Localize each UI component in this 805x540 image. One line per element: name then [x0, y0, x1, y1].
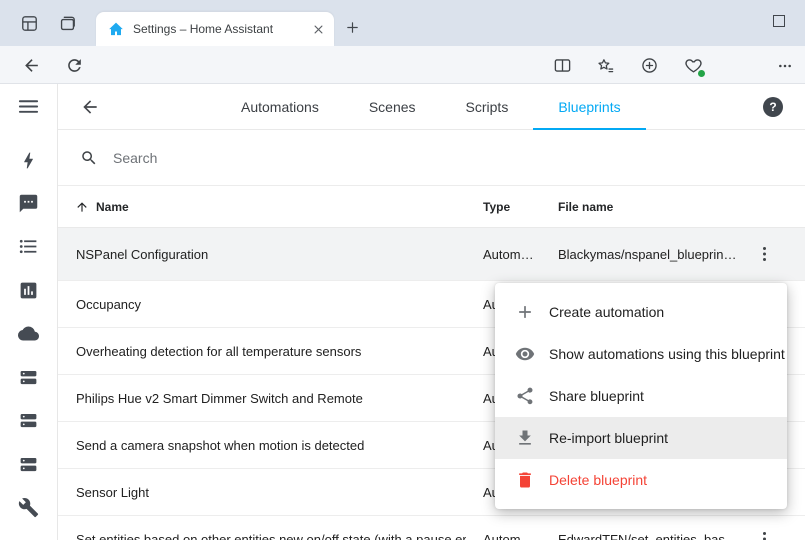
sidebar-server-icon[interactable] [18, 454, 39, 475]
sidebar-cloud-icon[interactable] [18, 323, 39, 344]
row-name: Send a camera snapshot when motion is de… [76, 438, 364, 453]
download-icon [515, 428, 535, 448]
row-type: Autom… [483, 247, 534, 262]
menu-item-label: Show automations using this blueprint [549, 346, 785, 362]
row-name: NSPanel Configuration [76, 247, 208, 262]
row-overflow-menu-icon[interactable] [755, 530, 774, 540]
blueprint-context-menu: Create automation Show automations using… [495, 283, 787, 509]
browser-settings-more-icon[interactable] [777, 58, 793, 74]
sort-arrow-icon [75, 200, 89, 214]
menu-item-label: Re-import blueprint [549, 430, 668, 446]
ha-header: Automations Scenes Scripts Blueprints ? [58, 84, 805, 130]
refresh-icon[interactable] [65, 56, 84, 75]
row-file: Blackymas/nspanel_blueprin… [558, 247, 736, 262]
sidebar-logbook-icon[interactable] [18, 236, 39, 257]
row-name: Overheating detection for all temperatur… [76, 344, 361, 359]
split-screen-icon[interactable] [553, 56, 572, 75]
tab-scenes[interactable]: Scenes [344, 84, 441, 130]
column-header-name[interactable]: Name [96, 200, 129, 214]
sidebar-server-icon[interactable] [18, 410, 39, 431]
tab-title: Settings – Home Assistant [133, 22, 305, 36]
browser-back-icon[interactable] [22, 56, 41, 75]
menu-item-label: Share blueprint [549, 388, 644, 404]
collections-icon[interactable] [640, 56, 659, 75]
column-header-type[interactable]: Type [483, 200, 510, 214]
ha-sidebar [0, 84, 58, 540]
close-tab-icon[interactable] [311, 22, 326, 37]
menu-item-delete-blueprint[interactable]: Delete blueprint [495, 459, 787, 501]
sidebar-history-icon[interactable] [18, 280, 39, 301]
tab-scripts[interactable]: Scripts [441, 84, 534, 130]
eye-icon [515, 344, 535, 364]
favorites-hub-icon[interactable] [596, 56, 615, 75]
screen: Settings – Home Assistant Not secure [0, 0, 805, 540]
trash-icon [515, 470, 535, 490]
ha-tab-bar: Automations Scenes Scripts Blueprints [216, 84, 646, 130]
browser-tab[interactable]: Settings – Home Assistant [96, 12, 334, 46]
table-header: Name Type File name [58, 186, 805, 228]
browser-toolbar: Not secure homeassistant.local:8123/... … [0, 46, 805, 84]
home-assistant-favicon-icon [108, 21, 124, 37]
menu-item-share-blueprint[interactable]: Share blueprint [495, 375, 787, 417]
menu-item-show-automations[interactable]: Show automations using this blueprint [495, 333, 787, 375]
search-bar [58, 130, 805, 186]
row-overflow-menu-icon[interactable] [755, 245, 774, 264]
maximize-icon[interactable] [773, 15, 785, 27]
essentials-status-dot [697, 69, 706, 78]
tab-automations[interactable]: Automations [216, 84, 344, 130]
row-name: Philips Hue v2 Smart Dimmer Switch and R… [76, 391, 363, 406]
row-type: Autom… [483, 532, 534, 540]
sidebar-assist-icon[interactable] [18, 193, 39, 214]
browser-titlebar: Settings – Home Assistant [0, 0, 805, 46]
sidebar-server-icon[interactable] [18, 367, 39, 388]
row-name: Occupancy [76, 297, 141, 312]
column-header-file[interactable]: File name [558, 200, 613, 214]
new-tab-icon[interactable] [345, 20, 360, 35]
help-icon[interactable]: ? [763, 97, 783, 117]
ha-back-icon[interactable] [80, 97, 100, 117]
plus-icon [515, 302, 535, 322]
table-row-set-entities[interactable]: Set entities based on other entities new… [58, 516, 805, 540]
menu-item-create-automation[interactable]: Create automation [495, 291, 787, 333]
workspaces-icon[interactable] [20, 14, 39, 33]
row-name: Set entities based on other entities new… [76, 532, 466, 540]
tab-actions-icon[interactable] [58, 14, 77, 33]
row-file: EdwardTFN/set_entities_bas… [558, 532, 738, 540]
share-icon [515, 386, 535, 406]
menu-item-label: Create automation [549, 304, 664, 320]
sidebar-energy-icon[interactable] [18, 150, 39, 171]
table-row-nspanel[interactable]: NSPanel Configuration Autom… Blackymas/n… [58, 228, 805, 281]
tab-blueprints[interactable]: Blueprints [533, 84, 645, 130]
search-input[interactable] [111, 149, 535, 167]
menu-item-reimport-blueprint[interactable]: Re-import blueprint [495, 417, 787, 459]
sidebar-tools-icon[interactable] [18, 497, 39, 518]
menu-item-label: Delete blueprint [549, 472, 647, 488]
search-icon [80, 149, 98, 167]
sidebar-menu-icon[interactable] [17, 95, 40, 118]
row-name: Sensor Light [76, 485, 149, 500]
